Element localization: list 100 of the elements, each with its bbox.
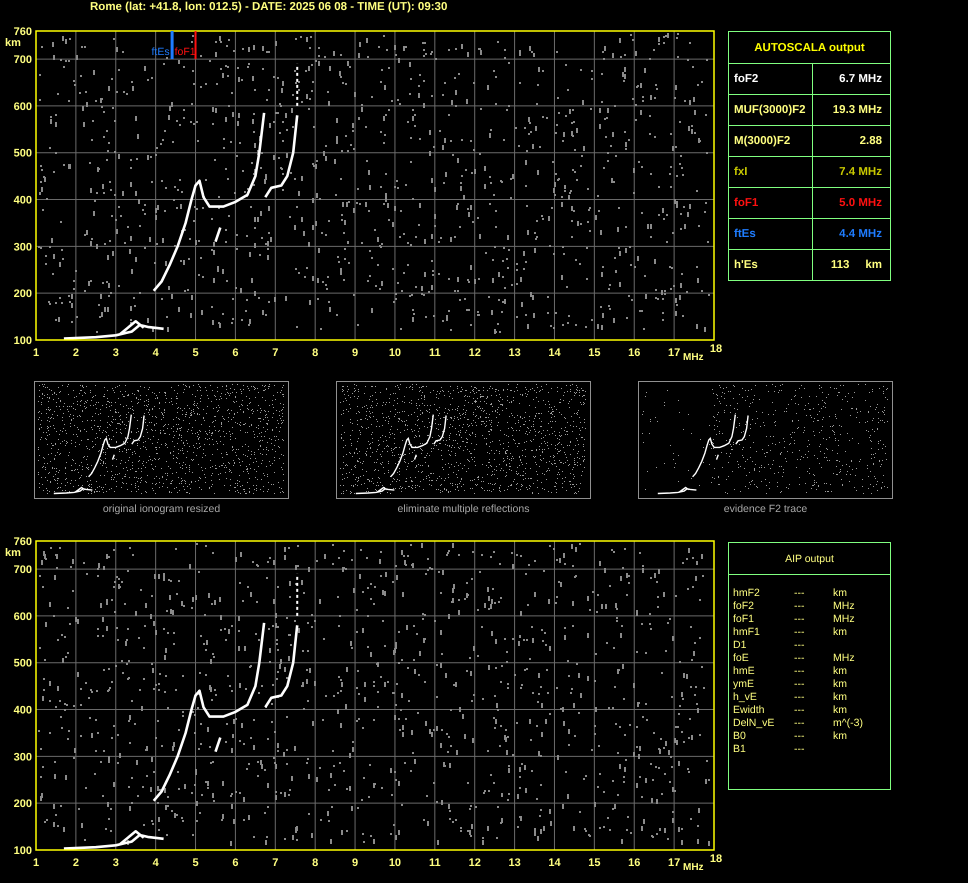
axis-tick-label: 11 xyxy=(429,857,441,869)
parameter-name: Ewidth xyxy=(733,704,766,717)
parameter-value: 6.7 MHz xyxy=(838,72,883,87)
axis-tick-label: 15 xyxy=(588,857,600,869)
parameter-value: --- xyxy=(794,613,806,626)
parameter-value: 19.3 MHz xyxy=(832,103,883,118)
parameter-value: --- xyxy=(794,665,806,678)
axis-tick-label: 18 xyxy=(710,343,722,355)
thumbnail-caption: evidence F2 trace xyxy=(724,503,808,515)
parameter-value: --- xyxy=(794,691,806,704)
axis-tick-label: 8 xyxy=(312,857,318,869)
axis-tick-label: 600 xyxy=(14,100,32,113)
parameter-value: --- xyxy=(794,743,806,756)
parameter-value: --- xyxy=(794,639,806,652)
axis-tick-label: 200 xyxy=(14,798,32,810)
axis-tick-label: 8 xyxy=(312,347,318,359)
axis-tick-label: 500 xyxy=(14,148,32,160)
axis-tick-label: 17 xyxy=(668,857,680,869)
axis-tick-label: 14 xyxy=(548,857,561,869)
parameter-name: h_vE xyxy=(733,691,758,704)
parameter-unit: km xyxy=(833,730,848,743)
parameter-value: 113 km xyxy=(830,258,883,273)
axis-tick-label: 500 xyxy=(14,658,32,670)
parameter-value: --- xyxy=(794,717,806,730)
axis-tick-label: 9 xyxy=(352,857,358,869)
axis-unit-label: MHz xyxy=(683,352,704,361)
axis-unit-label: km xyxy=(5,37,21,49)
thumbnail-caption: eliminate multiple reflections xyxy=(398,503,530,515)
axis-tick-label: 17 xyxy=(668,347,680,359)
parameter-name: ftEs xyxy=(734,228,756,240)
axis-tick-label: 18 xyxy=(710,853,722,865)
axis-tick-label: 400 xyxy=(14,704,32,717)
parameter-name: B1 xyxy=(733,743,747,756)
parameter-name: MUF(3000)F2 xyxy=(734,104,806,116)
axis-tick-label: 10 xyxy=(388,857,402,869)
axis-tick-label: 5 xyxy=(192,347,199,359)
axis-tick-label: 14 xyxy=(548,347,561,359)
parameter-name: DelN_vE xyxy=(733,717,776,730)
axis-tick-label: 3 xyxy=(112,347,119,359)
table-title: AIP output xyxy=(729,543,890,575)
parameter-unit: km xyxy=(833,691,848,704)
parameter-unit: MHz xyxy=(833,613,856,626)
parameter-name: D1 xyxy=(733,639,748,652)
parameter-name: B0 xyxy=(733,730,747,743)
parameter-name: hmE xyxy=(733,665,756,678)
axis-tick-label: 10 xyxy=(388,347,402,359)
parameter-value: 2.88 xyxy=(858,134,883,149)
axis-tick-label: 11 xyxy=(429,347,441,359)
axis-unit-label: km xyxy=(5,547,21,559)
axis-tick-label: 5 xyxy=(192,857,199,869)
parameter-value: 4.4 MHz xyxy=(838,227,883,242)
parameter-name: h'Es xyxy=(734,259,758,271)
parameter-unit: m^(-3) xyxy=(833,717,864,730)
axis-tick-label: 16 xyxy=(628,857,640,869)
parameter-unit: km xyxy=(833,704,848,717)
axis-tick-label: 760 xyxy=(14,26,32,38)
parameter-value: --- xyxy=(794,730,806,743)
axis-tick-label: 2 xyxy=(72,857,79,869)
axis-tick-label: 760 xyxy=(14,536,32,548)
parameter-name: foF1 xyxy=(733,613,756,626)
axis-tick-label: 9 xyxy=(352,347,358,359)
axis-tick-label: 1 xyxy=(32,347,40,359)
parameter-name: M(3000)F2 xyxy=(734,135,790,147)
axis-tick-label: 12 xyxy=(468,347,481,359)
axis-tick-label: 600 xyxy=(14,610,32,623)
axis-tick-label: 6 xyxy=(232,857,238,869)
axis-tick-label: 4 xyxy=(152,857,159,869)
axis-tick-label: 100 xyxy=(14,335,32,347)
axis-tick-label: 700 xyxy=(14,564,32,576)
page-title: Rome (lat: +41.8, lon: 012.5) - DATE: 2025 06 08 - TIME (UT): 09:30 xyxy=(90,0,448,15)
parameter-value: --- xyxy=(794,600,806,613)
axis-tick-label: 300 xyxy=(14,241,32,254)
parameter-unit: MHz xyxy=(833,600,856,613)
parameter-value: 7.4 MHz xyxy=(838,165,883,180)
axis-tick-label: 15 xyxy=(588,347,600,359)
parameter-unit: km xyxy=(833,665,848,678)
axis-tick-label: 1 xyxy=(32,857,40,869)
parameter-unit: km xyxy=(833,587,848,600)
parameter-value: --- xyxy=(794,678,806,691)
parameter-unit: MHz xyxy=(833,652,856,665)
axis-tick-label: 7 xyxy=(272,857,278,869)
axis-unit-label: MHz xyxy=(683,862,704,871)
axis-tick-label: 400 xyxy=(14,194,32,207)
axis-tick-label: 700 xyxy=(14,54,32,66)
marker-label: ftEs xyxy=(152,46,170,58)
parameter-name: fxI xyxy=(734,166,748,178)
parameter-name: foF2 xyxy=(733,600,756,613)
axis-tick-label: 300 xyxy=(14,751,32,764)
axis-tick-label: 100 xyxy=(14,845,32,857)
parameter-value: --- xyxy=(794,652,806,665)
axis-tick-label: 13 xyxy=(508,347,521,359)
parameter-name: foF1 xyxy=(734,197,758,209)
parameter-value: 5.0 MHz xyxy=(838,196,883,211)
parameter-value: --- xyxy=(794,704,806,717)
axis-tick-label: 7 xyxy=(272,347,278,359)
table-title: AUTOSCALA output xyxy=(729,32,890,64)
axis-tick-label: 12 xyxy=(468,857,481,869)
parameter-unit: km xyxy=(833,626,848,639)
parameter-name: foF2 xyxy=(734,73,758,85)
axis-tick-label: 2 xyxy=(72,347,79,359)
